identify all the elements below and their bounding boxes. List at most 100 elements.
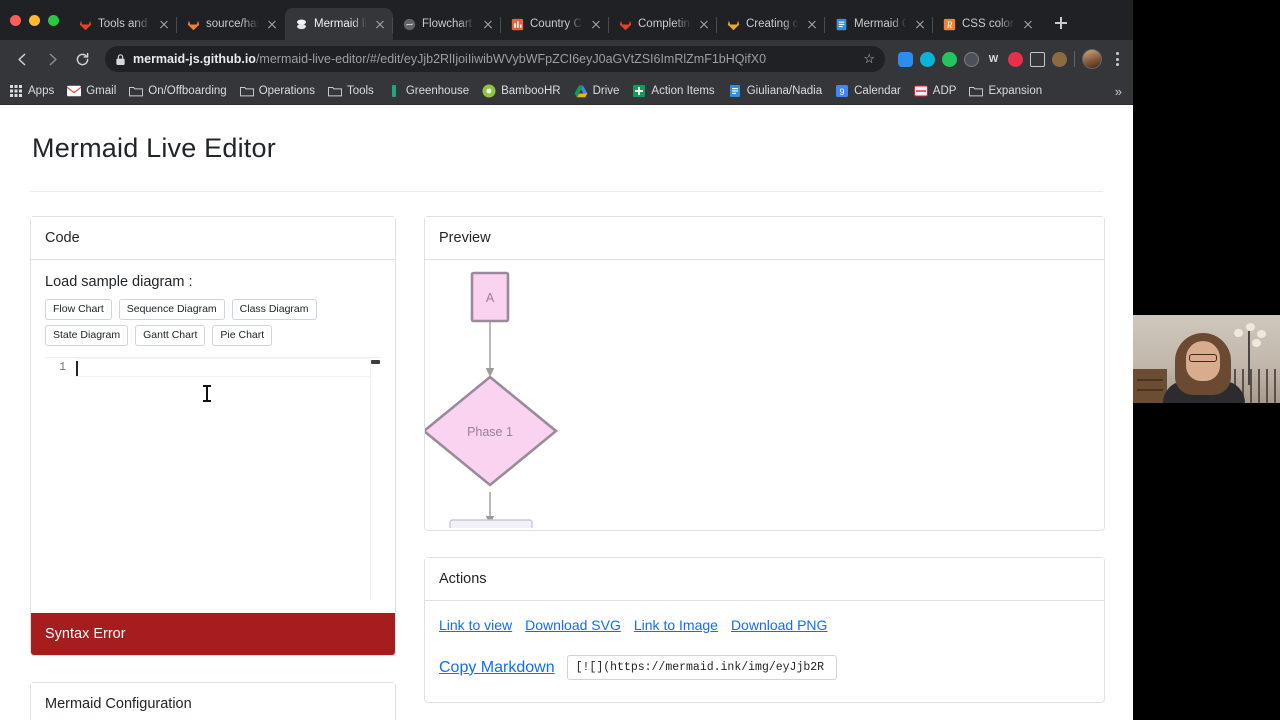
browser-tab[interactable]: Flowchart - <box>393 8 501 40</box>
editor-scrollbar-thumb[interactable] <box>371 360 380 364</box>
link-to-image[interactable]: Link to Image <box>634 617 718 633</box>
sample-button-class-diagram[interactable]: Class Diagram <box>232 299 317 320</box>
svg-text:9: 9 <box>840 87 845 97</box>
close-tab-icon[interactable] <box>697 17 711 31</box>
link-to-view[interactable]: Link to view <box>439 617 512 633</box>
close-tab-icon[interactable] <box>373 17 387 31</box>
bookmark-star-icon[interactable]: ☆ <box>863 51 875 67</box>
sample-button-state-diagram[interactable]: State Diagram <box>45 325 128 346</box>
extension-cyan-icon[interactable] <box>920 52 935 67</box>
sample-button-sequence-diagram[interactable]: Sequence Diagram <box>119 299 225 320</box>
close-tab-icon[interactable] <box>589 17 603 31</box>
bookmark-bamboohr[interactable]: BambooHR <box>482 84 560 98</box>
close-tab-icon[interactable] <box>265 17 279 31</box>
extension-blue-icon[interactable] <box>898 52 913 67</box>
url-host: mermaid-js.github.io <box>133 52 256 66</box>
download-png-link[interactable]: Download PNG <box>731 617 828 633</box>
drive-icon <box>574 84 588 98</box>
webcam-lamp <box>1232 323 1266 385</box>
tab-separator <box>824 17 825 33</box>
page-content: Mermaid Live Editor Code Load sample dia… <box>0 105 1133 720</box>
close-tab-icon[interactable] <box>913 17 927 31</box>
bookmark-adp[interactable]: ADP <box>914 84 957 98</box>
copy-markdown-link[interactable]: Copy Markdown <box>439 659 555 677</box>
sample-button-pie-chart[interactable]: Pie Chart <box>212 325 272 346</box>
bookmark-tools[interactable]: Tools <box>328 84 374 98</box>
close-tab-icon[interactable] <box>805 17 819 31</box>
tab-title: CSS color <box>962 18 1015 30</box>
text-cursor-pointer <box>203 385 211 402</box>
greenhouse-icon <box>387 84 401 98</box>
tab-title: Flowchart - <box>422 18 475 30</box>
browser-tab[interactable]: R CSS color <box>933 8 1041 40</box>
load-sample-label: Load sample diagram : <box>45 274 381 290</box>
svg-text:R: R <box>946 19 953 29</box>
browser-tab[interactable]: source/han <box>177 8 285 40</box>
browser-tab[interactable]: Tools and T <box>69 8 177 40</box>
bookmark-giuliana-nadia[interactable]: Giuliana/Nadia <box>728 84 822 98</box>
webcam-video-overlay[interactable] <box>1133 315 1280 403</box>
reload-icon[interactable] <box>68 45 96 73</box>
profile-avatar[interactable] <box>1082 49 1102 69</box>
bookmark-label: Operations <box>259 85 315 97</box>
bamboohr-icon <box>482 84 496 98</box>
extension-green-icon[interactable] <box>942 52 957 67</box>
close-tab-icon[interactable] <box>1021 17 1035 31</box>
browser-tab[interactable]: Mermaid C <box>825 8 933 40</box>
gitlab-icon <box>727 18 740 31</box>
close-window-button[interactable] <box>10 15 21 26</box>
browser-tab[interactable]: Completing <box>609 8 717 40</box>
bookmark-greenhouse[interactable]: Greenhouse <box>387 84 469 98</box>
bookmarks-overflow-icon[interactable]: » <box>1115 84 1124 99</box>
bookmark-operations[interactable]: Operations <box>240 84 315 98</box>
extension-red-icon[interactable] <box>1008 52 1023 67</box>
gitlab-icon <box>619 18 632 31</box>
browser-tab[interactable]: Creating co <box>717 8 825 40</box>
bookmark-label: Tools <box>347 85 374 97</box>
minimize-window-button[interactable] <box>29 15 40 26</box>
bookmark-drive[interactable]: Drive <box>574 84 620 98</box>
sample-button-gantt-chart[interactable]: Gantt Chart <box>135 325 205 346</box>
browser-tab[interactable]: Country Co <box>501 8 609 40</box>
back-arrow-icon[interactable] <box>8 45 36 73</box>
bookmark-action-items[interactable]: Action Items <box>632 84 714 98</box>
person-glasses <box>1189 354 1217 362</box>
forward-arrow-icon[interactable] <box>38 45 66 73</box>
code-editor[interactable]: 1 <box>45 357 381 600</box>
extension-w-icon[interactable]: W <box>986 52 1001 67</box>
bookmark-label: ADP <box>933 85 957 97</box>
new-tab-button[interactable] <box>1047 9 1075 37</box>
editor-line-content[interactable] <box>75 358 381 377</box>
tab-list: Tools and T source/han Mermaid liv <box>69 0 1133 40</box>
extension-brown-icon[interactable] <box>1052 52 1067 67</box>
address-bar[interactable]: mermaid-js.github.io/mermaid-live-editor… <box>105 46 885 72</box>
bookmark-calendar[interactable]: 9 Calendar <box>835 84 901 98</box>
maximize-window-button[interactable] <box>48 15 59 26</box>
extension-page-icon[interactable] <box>1030 52 1045 67</box>
tab-strip: Tools and T source/han Mermaid liv <box>0 0 1133 40</box>
sample-button-flow-chart[interactable]: Flow Chart <box>45 299 112 320</box>
bookmark-expansion[interactable]: Expansion <box>969 84 1042 98</box>
browser-tab-active[interactable]: Mermaid liv <box>285 8 393 40</box>
bookmarks-bar: Apps Gmail On/Offboarding Operations Too… <box>0 78 1133 105</box>
close-tab-icon[interactable] <box>157 17 171 31</box>
tab-separator <box>932 17 933 33</box>
lamp-bulb <box>1252 339 1261 347</box>
bookmark-label: BambooHR <box>501 85 560 97</box>
folder-icon <box>240 84 254 98</box>
lamp-pole <box>1248 331 1250 385</box>
bookmark-apps[interactable]: Apps <box>9 84 54 98</box>
chrome-menu-icon[interactable] <box>1109 52 1125 66</box>
bookmark-onoffboarding[interactable]: On/Offboarding <box>129 84 226 98</box>
sample-diagram-buttons: Flow Chart Sequence Diagram Class Diagra… <box>45 299 381 346</box>
code-card-heading: Code <box>31 217 395 260</box>
markdown-value-field[interactable]: [![](https://mermaid.ink/img/eyJjb2R <box>567 655 837 680</box>
bookmark-label: Calendar <box>854 85 901 97</box>
editor-scrollbar[interactable] <box>370 358 381 600</box>
code-card-body: Load sample diagram : Flow Chart Sequenc… <box>31 260 395 614</box>
close-tab-icon[interactable] <box>481 17 495 31</box>
extension-gray-icon[interactable] <box>964 52 979 67</box>
bookmark-gmail[interactable]: Gmail <box>67 84 116 98</box>
docs-icon <box>728 84 742 98</box>
download-svg-link[interactable]: Download SVG <box>525 617 621 633</box>
